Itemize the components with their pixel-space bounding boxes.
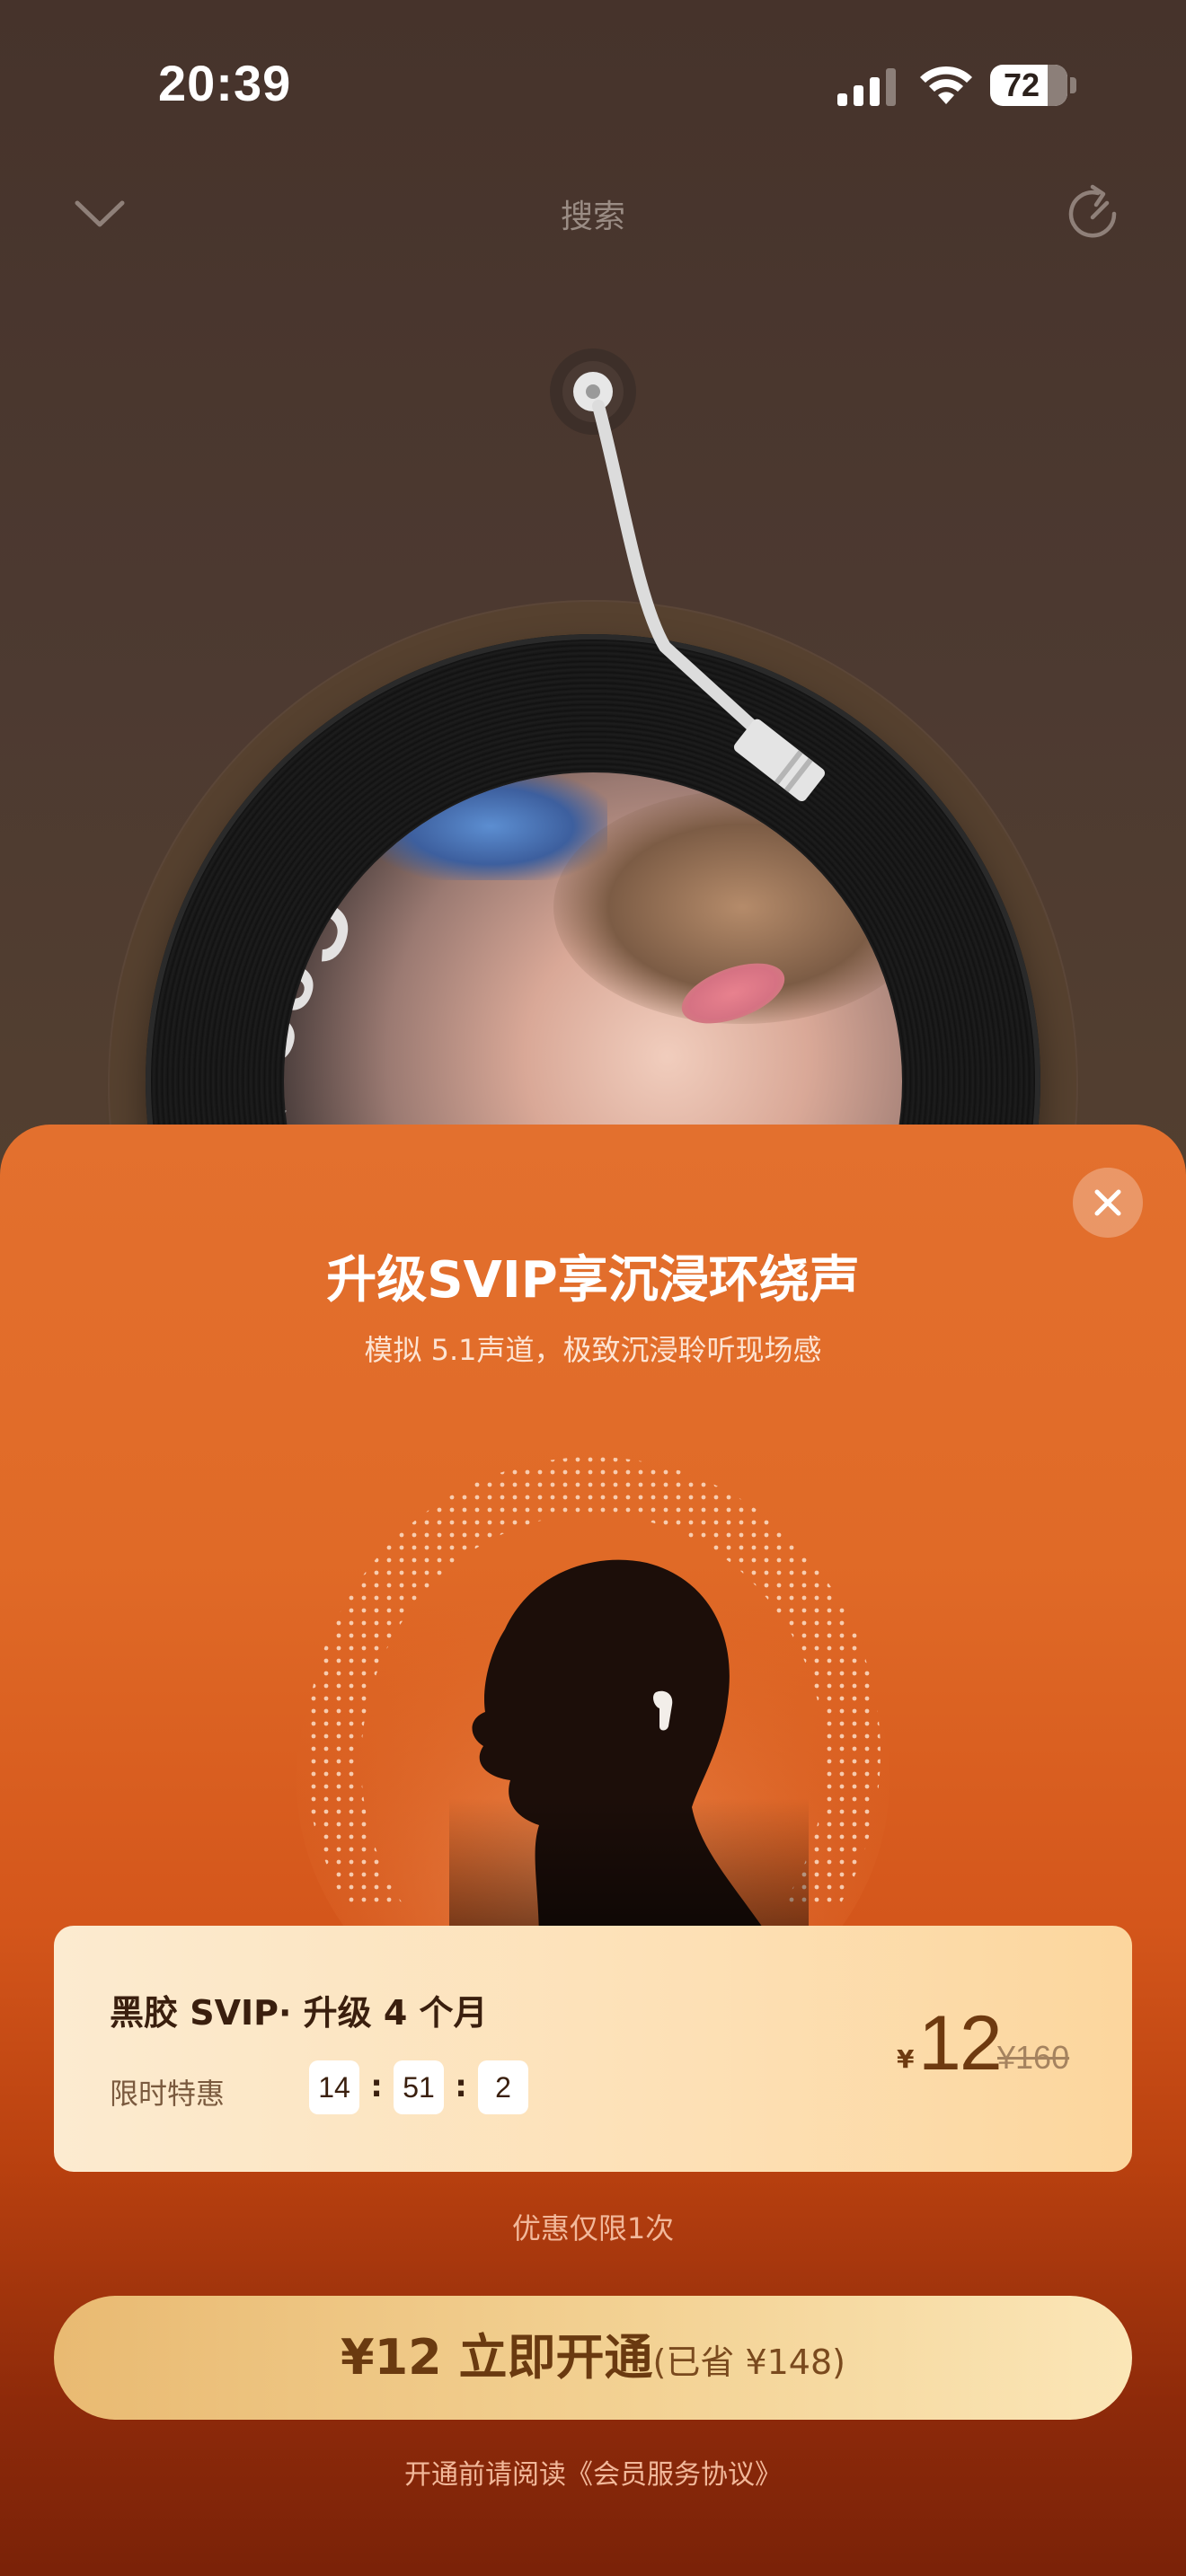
- offer-name: 黑胶 SVIP· 升级 4 个月: [110, 1993, 488, 2033]
- cta-savings-label: (已省 ¥148): [652, 2342, 845, 2382]
- tonearm-icon: [550, 348, 826, 802]
- countdown-minutes: 51: [394, 2060, 444, 2114]
- original-price: ¥160: [997, 2039, 1070, 2076]
- countdown-hours: 14: [309, 2060, 359, 2114]
- countdown-separator: :: [455, 2069, 467, 2104]
- limit-once-note: 优惠仅限1次: [511, 2211, 675, 2245]
- player-screen: 20:39 72 搜索 Good: [0, 0, 1186, 1570]
- price-currency: ¥: [897, 2044, 915, 2074]
- battery-icon: 72: [990, 65, 1076, 106]
- share-icon[interactable]: [1060, 181, 1125, 246]
- chevron-down-icon[interactable]: [68, 187, 131, 241]
- svip-promo-sheet: 升级SVIP享沉浸环绕声 模拟 5.1声道，极致沉浸聆听现场感 黑胶 SVIP·…: [0, 1125, 1186, 2576]
- offer-price: 12: [918, 2000, 1003, 2086]
- membership-agreement-link[interactable]: 开通前请阅读《会员服务协议》: [0, 2452, 1186, 2492]
- countdown-separator: :: [370, 2069, 383, 2104]
- close-button[interactable]: [1073, 1168, 1143, 1238]
- promo-title: 升级SVIP享沉浸环绕声: [326, 1251, 860, 1310]
- immersive-sound-illustration: [270, 1403, 916, 1942]
- battery-level: 72: [1003, 66, 1040, 103]
- status-time: 20:39: [158, 55, 292, 111]
- close-icon: [1094, 1189, 1121, 1216]
- subscribe-now-button[interactable]: ¥12 立即开通(已省 ¥148): [54, 2296, 1132, 2420]
- cta-main-label: ¥12 立即开通: [341, 2329, 653, 2386]
- player-nav-bar: 搜索: [0, 171, 1186, 260]
- offer-card[interactable]: 黑胶 SVIP· 升级 4 个月 限时特惠 14 : 51 : 2 ¥ 12 ¥…: [54, 1926, 1132, 2172]
- promo-subtitle: 模拟 5.1声道，极致沉浸聆听现场感: [364, 1333, 822, 1367]
- cellular-signal-icon: [837, 68, 896, 106]
- status-bar: 20:39 72: [0, 0, 1186, 171]
- limited-offer-label: 限时特惠: [110, 2077, 226, 2111]
- wifi-icon: [920, 66, 972, 104]
- countdown-seconds: 2: [478, 2060, 528, 2114]
- search-link[interactable]: 搜索: [503, 190, 683, 237]
- album-cover-title: Good: [284, 883, 374, 1134]
